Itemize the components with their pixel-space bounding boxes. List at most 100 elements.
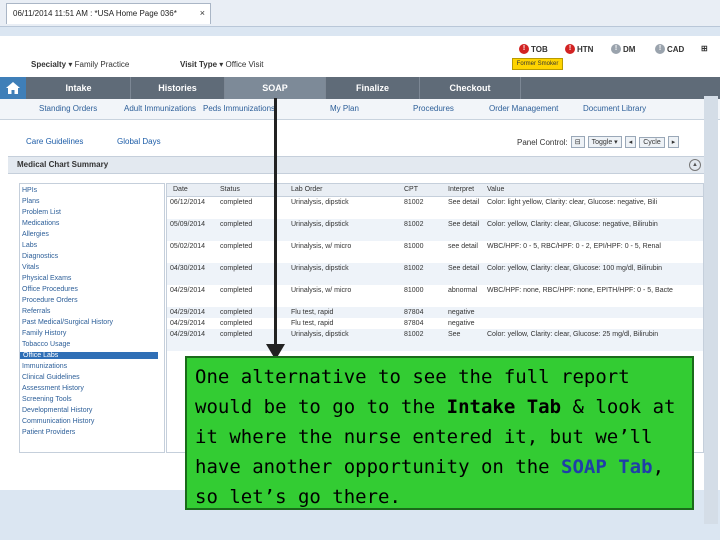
column-cpt[interactable]: CPT — [404, 186, 418, 193]
cell-interpret: negative — [448, 309, 475, 316]
cell-status: completed — [220, 265, 253, 272]
table-row[interactable]: 04/29/2014 completed Urinalysis, dipstic… — [167, 329, 703, 351]
cell-status: completed — [220, 243, 253, 250]
cycle-button[interactable]: Cycle — [639, 136, 665, 148]
cell-date: 05/09/2014 — [170, 221, 206, 228]
sidebar-item-medications[interactable]: Medications — [22, 220, 59, 227]
medical-chart-summary-header: Medical Chart Summary ▲ — [8, 156, 713, 174]
callout-soap-tab: SOAP Tab — [561, 456, 653, 478]
document-tab-title: 06/11/2014 11:51 AM : *USA Home Page 036… — [13, 9, 177, 18]
close-icon[interactable]: × — [200, 8, 205, 18]
sidebar-item-office-procedures[interactable]: Office Procedures — [22, 286, 78, 293]
cell-cpt: 81000 — [404, 287, 424, 294]
summary-title: Medical Chart Summary — [17, 160, 109, 169]
page-scrollbar[interactable] — [704, 96, 718, 524]
sidebar-item-procedure-orders[interactable]: Procedure Orders — [22, 297, 78, 304]
cell-date: 04/29/2014 — [170, 309, 206, 316]
sidebar-item-immunizations[interactable]: Immunizations — [22, 363, 67, 370]
column-lab-order[interactable]: Lab Order — [291, 186, 323, 193]
sidebar-item-patient-providers[interactable]: Patient Providers — [22, 429, 75, 436]
sidebar-item-physical-exams[interactable]: Physical Exams — [22, 275, 71, 282]
cell-value: Color: yellow, Clarity: clear, Glucose: … — [487, 265, 663, 272]
table-row[interactable]: 06/12/2014 completed Urinalysis, dipstic… — [167, 197, 703, 219]
table-row[interactable]: 04/30/2014 completed Urinalysis, dipstic… — [167, 263, 703, 285]
table-row[interactable]: 04/29/2014 completed Urinalysis, w/ micr… — [167, 285, 703, 307]
column-date[interactable]: Date — [173, 186, 188, 193]
expand-icon[interactable]: ⊟ — [570, 136, 585, 148]
cycle-right-icon[interactable]: ▸ — [667, 136, 680, 148]
sidebar-item-plans[interactable]: Plans — [22, 198, 40, 205]
alert-cad[interactable]: ! CAD — [655, 44, 684, 54]
table-header: Date Status Lab Order CPT Interpret Valu… — [167, 184, 703, 197]
table-row[interactable]: 05/09/2014 completed Urinalysis, dipstic… — [167, 219, 703, 241]
sidebar-item-problem-list[interactable]: Problem List — [22, 209, 61, 216]
cell-date: 06/12/2014 — [170, 199, 206, 206]
column-value[interactable]: Value — [487, 186, 504, 193]
specialty-filter[interactable]: Specialty ▾ Family Practice — [31, 60, 129, 69]
specialty-value: Family Practice — [74, 60, 130, 69]
subnav-adult-immunizations[interactable]: Adult Immunizations — [124, 104, 196, 113]
cell-order: Urinalysis, dipstick — [291, 199, 349, 206]
sidebar-item-past-history[interactable]: Past Medical/Surgical History — [22, 319, 113, 326]
tab-intake[interactable]: Intake — [27, 77, 131, 99]
cell-order: Urinalysis, dipstick — [291, 331, 349, 338]
cell-order: Urinalysis, w/ micro — [291, 243, 352, 250]
sidebar-item-developmental-history[interactable]: Developmental History — [22, 407, 92, 414]
instruction-callout: One alternative to see the full report w… — [185, 356, 694, 510]
cell-order: Flu test, rapid — [291, 320, 334, 327]
sidebar-item-diagnostics[interactable]: Diagnostics — [22, 253, 58, 260]
care-guidelines-link[interactable]: Care Guidelines — [26, 137, 83, 146]
toggle-button[interactable]: Toggle ▾ — [587, 136, 622, 148]
cell-date: 04/29/2014 — [170, 320, 206, 327]
cell-value: WBC/HPF: 0 - 5, RBC/HPF: 0 - 2, EPI/HPF:… — [487, 243, 661, 250]
pointer-arrow-line — [274, 98, 277, 353]
visit-type-value: Office Visit — [225, 60, 264, 69]
sidebar-item-office-labs[interactable]: Office Labs — [20, 352, 158, 359]
cell-interpret: See detail — [448, 199, 480, 206]
tab-soap[interactable]: SOAP — [225, 77, 326, 99]
sidebar-item-tobacco-usage[interactable]: Tobacco Usage — [22, 341, 70, 348]
cell-status: completed — [220, 199, 253, 206]
panel-toolbar: Care Guidelines Global Days Panel Contro… — [0, 130, 720, 154]
subnav-standing-orders[interactable]: Standing Orders — [39, 104, 97, 113]
sidebar-item-referrals[interactable]: Referrals — [22, 308, 50, 315]
subnav-procedures[interactable]: Procedures — [413, 104, 454, 113]
table-row[interactable]: 04/29/2014 completed Flu test, rapid 878… — [167, 318, 703, 329]
sidebar-item-hpis[interactable]: HPIs — [22, 187, 37, 194]
collapse-icon[interactable]: ▲ — [689, 159, 701, 171]
cell-value: WBC/HPF: none, RBC/HPF: none, EPITH/HPF:… — [487, 287, 673, 294]
subnav-order-management[interactable]: Order Management — [489, 104, 558, 113]
alert-htn[interactable]: ! HTN — [565, 44, 593, 54]
column-interpret[interactable]: Interpret — [448, 186, 474, 193]
subnav-my-plan[interactable]: My Plan — [330, 104, 359, 113]
tab-histories[interactable]: Histories — [131, 77, 225, 99]
alert-tob[interactable]: ! TOB — [519, 44, 548, 54]
document-tab[interactable]: 06/11/2014 11:51 AM : *USA Home Page 036… — [6, 3, 211, 24]
tab-finalize[interactable]: Finalize — [326, 77, 420, 99]
cell-status: completed — [220, 331, 253, 338]
cell-order: Urinalysis, dipstick — [291, 265, 349, 272]
table-row[interactable]: 05/02/2014 completed Urinalysis, w/ micr… — [167, 241, 703, 263]
table-row[interactable]: 04/29/2014 completed Flu test, rapid 878… — [167, 307, 703, 318]
sidebar-item-allergies[interactable]: Allergies — [22, 231, 49, 238]
sidebar-item-screening-tools[interactable]: Screening Tools — [22, 396, 72, 403]
visit-type-filter[interactable]: Visit Type ▾ Office Visit — [180, 60, 264, 69]
cell-cpt: 81002 — [404, 221, 424, 228]
overflow-icon[interactable]: ⊞ — [701, 44, 708, 53]
subnav-peds-immunizations[interactable]: Peds Immunizations — [203, 104, 275, 113]
sidebar-item-vitals[interactable]: Vitals — [22, 264, 39, 271]
sidebar-item-clinical-guidelines[interactable]: Clinical Guidelines — [22, 374, 80, 381]
home-button[interactable] — [0, 77, 26, 99]
sidebar-item-family-history[interactable]: Family History — [22, 330, 66, 337]
sidebar-item-communication-history[interactable]: Communication History — [22, 418, 94, 425]
global-days-link[interactable]: Global Days — [117, 137, 161, 146]
sidebar-item-labs[interactable]: Labs — [22, 242, 37, 249]
sidebar-item-assessment-history[interactable]: Assessment History — [22, 385, 84, 392]
cell-interpret: See detail — [448, 221, 480, 228]
cycle-left-icon[interactable]: ◂ — [624, 136, 637, 148]
column-status[interactable]: Status — [220, 186, 240, 193]
subnav-document-library[interactable]: Document Library — [583, 104, 646, 113]
filter-row: Specialty ▾ Family Practice Visit Type ▾… — [0, 36, 720, 76]
alert-dm[interactable]: ! DM — [611, 44, 635, 54]
tab-checkout[interactable]: Checkout — [420, 77, 521, 99]
